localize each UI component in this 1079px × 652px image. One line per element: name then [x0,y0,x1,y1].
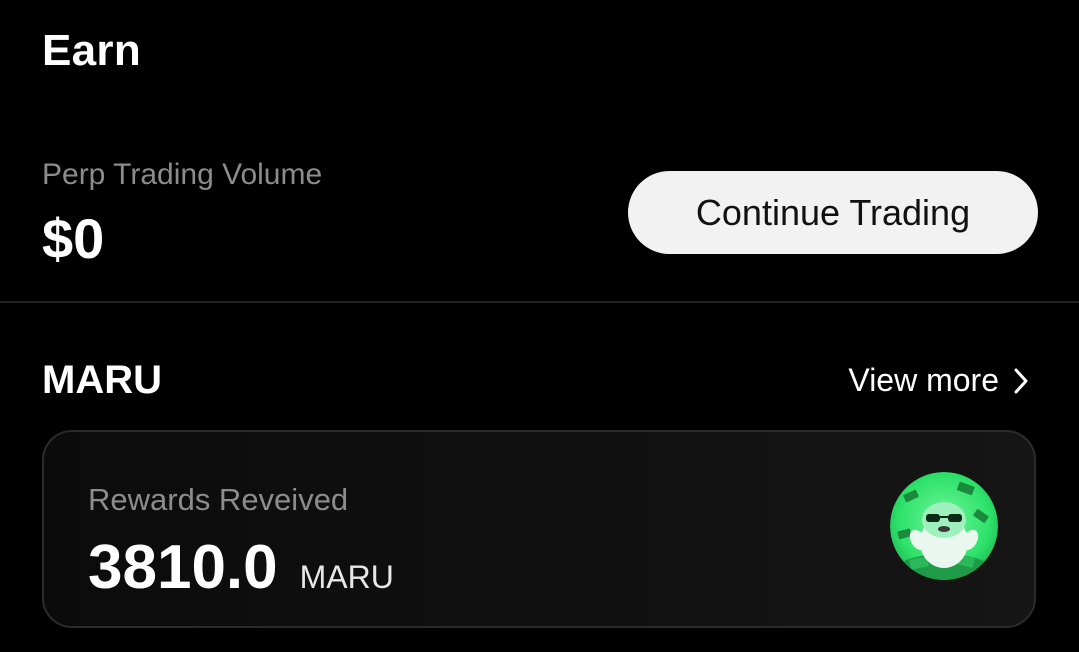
maru-avatar [890,472,998,580]
chevron-right-icon [1013,367,1029,395]
view-more-label: View more [848,362,999,398]
rewards-amount: 3810.0 [88,533,278,602]
section-divider [0,301,1079,303]
rewards-value-row: 3810.0 MARU [88,532,394,603]
rewards-card[interactable]: Rewards Reveived 3810.0 MARU [42,430,1036,628]
rewards-unit: MARU [299,559,394,595]
continue-trading-button[interactable]: Continue Trading [628,171,1038,254]
rewards-label: Rewards Reveived [88,482,349,517]
perp-volume-label: Perp Trading Volume [42,158,323,191]
perp-volume-value: $0 [42,207,105,270]
view-more-link[interactable]: View more [848,362,1029,399]
section-title-maru: MARU [42,358,162,402]
page-title: Earn [42,26,142,75]
